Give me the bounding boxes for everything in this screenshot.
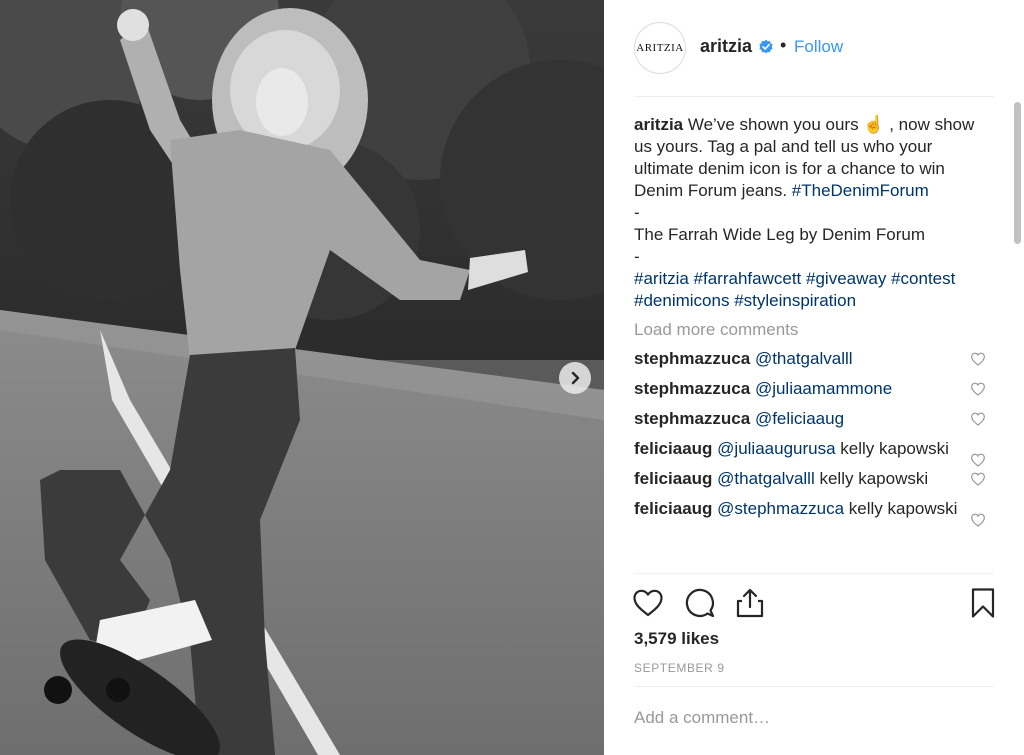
post-date[interactable]: SEPTEMBER 9 — [634, 661, 725, 675]
comment-item: feliciaaug @thatgalvalll kelly kapowski — [634, 468, 988, 490]
comment-username[interactable]: stephmazzuca — [634, 379, 750, 398]
comment-like-heart-icon[interactable] — [970, 351, 986, 367]
comments-scrollbar[interactable] — [1013, 98, 1022, 573]
bookmark-icon[interactable] — [967, 587, 999, 619]
actions-divider — [634, 573, 994, 574]
follow-button[interactable]: Follow — [794, 37, 843, 57]
post-header: ARITZIA aritzia • Follow — [604, 0, 1024, 96]
footer-divider — [634, 686, 994, 687]
comment-username[interactable]: feliciaaug — [634, 469, 712, 488]
pointing-up-emoji: ☝️ — [863, 115, 885, 134]
next-photo-button[interactable] — [559, 362, 591, 394]
hashtag-link[interactable]: #denimicons — [634, 291, 729, 310]
heart-icon[interactable] — [632, 587, 664, 619]
likes-count[interactable]: 3,579 likes — [634, 629, 719, 649]
post-sidebar: ARITZIA aritzia • Follow aritzia We’ve s… — [604, 0, 1024, 755]
avatar-logo-text: ARITZIA — [636, 42, 684, 54]
comment-username[interactable]: stephmazzuca — [634, 409, 750, 428]
comment-text: kelly kapowski — [814, 469, 929, 488]
load-more-comments-button[interactable]: Load more comments — [634, 320, 988, 340]
comment-mention[interactable]: @stephmazzuca — [717, 499, 844, 518]
comment-mention[interactable]: @thatgalvalll — [717, 469, 815, 488]
header-divider — [634, 96, 994, 97]
comment-icon[interactable] — [684, 587, 716, 619]
scrollbar-thumb[interactable] — [1014, 102, 1021, 244]
comment-username[interactable]: feliciaaug — [634, 439, 712, 458]
comment-username[interactable]: feliciaaug — [634, 499, 712, 518]
hashtag-link[interactable]: #styleinspiration — [734, 291, 856, 310]
comment-like-heart-icon[interactable] — [970, 452, 986, 468]
comment-like-heart-icon[interactable] — [970, 471, 986, 487]
comment-item: stephmazzuca @feliciaaug — [634, 408, 988, 430]
share-icon[interactable] — [734, 587, 766, 619]
add-comment-input[interactable] — [634, 708, 974, 728]
caption-dash: - — [634, 247, 640, 266]
post-photo[interactable] — [0, 0, 604, 755]
hashtag-link[interactable]: #giveaway — [806, 269, 886, 288]
comment-item: feliciaaug @stephmazzuca kelly kapowski — [634, 498, 988, 527]
comment-mention[interactable]: @feliciaaug — [755, 409, 844, 428]
comment-mention[interactable]: @thatgalvalll — [755, 349, 853, 368]
comment-text: kelly kapowski — [844, 499, 958, 518]
hashtag-link[interactable]: #farrahfawcett — [694, 269, 802, 288]
hashtag-link[interactable]: #TheDenimForum — [792, 181, 929, 200]
verified-badge-icon — [759, 39, 773, 54]
comment-item: feliciaaug @juliaaugurusa kelly kapowski — [634, 438, 988, 467]
caption-text-1: We’ve shown you ours — [683, 115, 864, 134]
comment-text: kelly kapowski — [835, 439, 949, 458]
comment-item: stephmazzuca @juliaamammone — [634, 378, 988, 400]
caption-username[interactable]: aritzia — [634, 115, 683, 134]
comment-mention[interactable]: @juliaaugurusa — [717, 439, 835, 458]
caption-dash: - — [634, 203, 640, 222]
comment-like-heart-icon[interactable] — [970, 411, 986, 427]
chevron-right-icon — [571, 371, 580, 385]
comment-item: stephmazzuca @thatgalvalll — [634, 348, 988, 370]
post-caption: aritzia We’ve shown you ours ☝️ , now sh… — [634, 114, 988, 312]
comment-username[interactable]: stephmazzuca — [634, 349, 750, 368]
separator-dot: • — [780, 35, 787, 55]
comment-mention[interactable]: @juliaamammone — [755, 379, 892, 398]
hashtag-link[interactable]: #aritzia — [634, 269, 689, 288]
hashtag-link[interactable]: #contest — [891, 269, 955, 288]
avatar[interactable]: ARITZIA — [634, 22, 686, 74]
photo-image — [0, 0, 604, 755]
account-handle[interactable]: aritzia — [700, 36, 752, 57]
comment-like-heart-icon[interactable] — [970, 381, 986, 397]
comment-like-heart-icon[interactable] — [970, 512, 986, 528]
caption-product: The Farrah Wide Leg by Denim Forum — [634, 225, 925, 244]
comments-list[interactable]: aritzia We’ve shown you ours ☝️ , now sh… — [634, 114, 988, 572]
